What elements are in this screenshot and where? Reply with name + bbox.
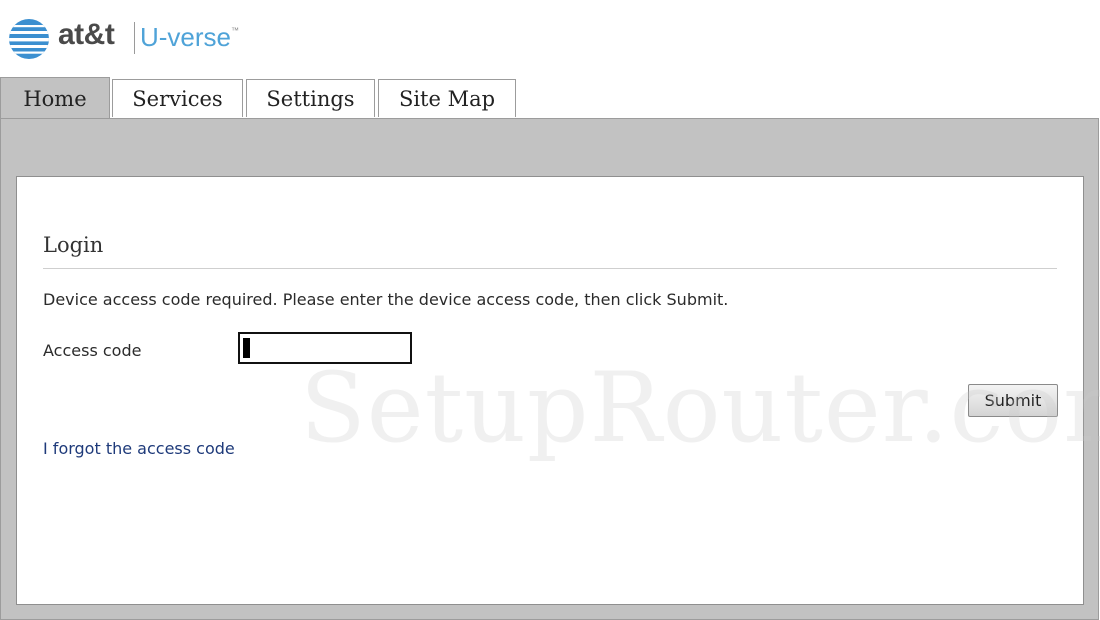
tab-bar: Home Services Settings Site Map	[0, 77, 1100, 120]
brand-name: at&t	[58, 18, 115, 51]
login-instructions: Device access code required. Please ente…	[43, 290, 729, 309]
submit-button[interactable]: Submit	[968, 384, 1058, 417]
tab-home[interactable]: Home	[0, 77, 110, 119]
forgot-access-code-link[interactable]: I forgot the access code	[43, 439, 235, 458]
access-code-input[interactable]	[238, 332, 412, 364]
text-cursor	[243, 338, 250, 358]
brand-divider	[134, 22, 135, 54]
tab-services[interactable]: Services	[112, 79, 243, 117]
title-divider	[43, 268, 1057, 269]
tab-site-map[interactable]: Site Map	[378, 79, 516, 117]
att-globe-icon	[9, 19, 49, 59]
login-title: Login	[43, 233, 104, 257]
tab-settings[interactable]: Settings	[246, 79, 375, 117]
trademark-mark: ™	[231, 26, 240, 35]
login-panel: Login Device access code required. Pleas…	[16, 176, 1084, 605]
access-code-label: Access code	[43, 341, 142, 360]
header: at&t U-verse™	[8, 14, 408, 64]
product-name: U-verse™	[140, 22, 240, 52]
